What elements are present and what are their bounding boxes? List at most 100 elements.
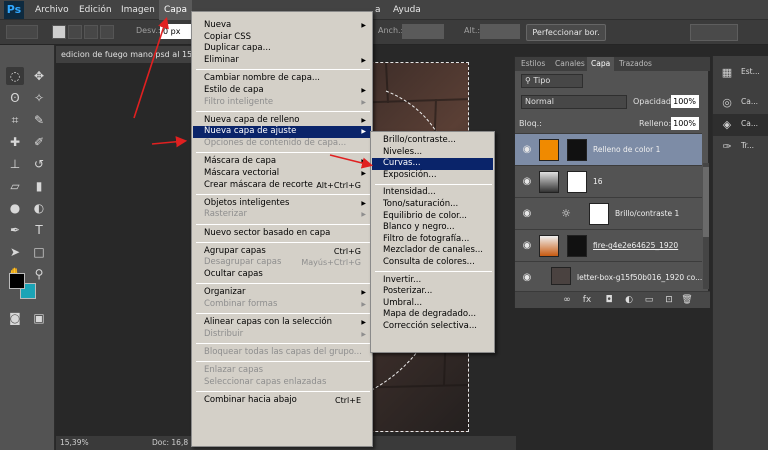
menu-item-nuevo-sector-basado-en-capa[interactable]: Nuevo sector basado en capa xyxy=(193,228,371,240)
quick-mask-icon[interactable]: ◙ xyxy=(6,309,24,327)
screen-mode-icon[interactable]: ▣ xyxy=(30,309,48,327)
magic-wand-tool-icon[interactable]: ✧ xyxy=(30,89,48,107)
menu-capa[interactable]: Capa xyxy=(159,0,193,20)
link-icon[interactable]: ∞ xyxy=(561,294,573,306)
layer-row[interactable]: ◉ Relleno de color 1 xyxy=(515,133,702,165)
blur-tool-icon[interactable]: ● xyxy=(6,199,24,217)
menu-item-correccion-selectiva[interactable]: Corrección selectiva... xyxy=(372,321,493,333)
refine-edge-button[interactable]: Perfeccionar bor. xyxy=(526,24,606,41)
menu-item-mascara-vectorial[interactable]: Máscara vectorial ▶ xyxy=(193,168,371,180)
dock-layers[interactable]: ◈ Ca... xyxy=(713,114,768,136)
dock-styles[interactable]: ▦ Est... xyxy=(713,62,768,84)
menu-item-intensidad[interactable]: Intensidad... xyxy=(372,187,493,199)
eye-icon[interactable]: ◉ xyxy=(521,176,533,188)
menu-item-umbral[interactable]: Umbral... xyxy=(372,298,493,310)
foreground-color-swatch[interactable] xyxy=(9,273,25,289)
layer-row[interactable]: ◉ 16 xyxy=(515,165,702,197)
move-tool-icon[interactable]: ✥ xyxy=(30,67,48,85)
menu-ayuda[interactable]: Ayuda xyxy=(388,0,426,20)
menu-item-posterizar[interactable]: Posterizar... xyxy=(372,286,493,298)
document-tab[interactable]: edicion de fuego mano psd al 15 xyxy=(56,46,196,63)
menu-item-organizar[interactable]: Organizar ▶ xyxy=(193,287,371,299)
zoom-level[interactable]: 15,39% xyxy=(60,436,89,450)
menu-item-eliminar[interactable]: Eliminar ▶ xyxy=(193,55,371,67)
menu-item-combinar-hacia-abajo[interactable]: Combinar hacia abajo Ctrl+E xyxy=(193,395,371,407)
healing-brush-tool-icon[interactable]: ✚ xyxy=(6,133,24,151)
menu-item-mapa-de-degradado[interactable]: Mapa de degradado... xyxy=(372,309,493,321)
new-selection-button[interactable] xyxy=(52,25,66,39)
folder-icon[interactable]: ▭ xyxy=(643,294,655,306)
menu-item-nueva-capa-de-relleno[interactable]: Nueva capa de relleno ▶ xyxy=(193,115,371,127)
menu-item-duplicar-capa[interactable]: Duplicar capa... xyxy=(193,43,371,55)
workspace-switcher[interactable] xyxy=(690,24,738,41)
lasso-tool-icon[interactable]: ʘ xyxy=(6,89,24,107)
menu-item-tono-saturacion[interactable]: Tono/saturación... xyxy=(372,199,493,211)
add-to-selection-button[interactable] xyxy=(68,25,82,39)
tool-preset-picker[interactable] xyxy=(6,25,38,39)
subtract-selection-button[interactable] xyxy=(84,25,98,39)
marquee-tool-icon[interactable]: ◌ xyxy=(6,67,24,85)
clone-stamp-tool-icon[interactable]: ⊥ xyxy=(6,155,24,173)
tab-canales[interactable]: Canales xyxy=(551,57,589,71)
menu-item-copiar-css[interactable]: Copiar CSS xyxy=(193,32,371,44)
rectangle-tool-icon[interactable]: □ xyxy=(30,243,48,261)
eye-icon[interactable]: ◉ xyxy=(521,208,533,220)
eye-icon[interactable]: ◉ xyxy=(521,240,533,252)
trash-icon[interactable]: 🗑 xyxy=(681,294,693,306)
opacity-input[interactable]: 100% xyxy=(671,95,699,108)
eye-icon[interactable]: ◉ xyxy=(521,144,533,156)
blend-mode-select[interactable]: Normal xyxy=(521,95,627,109)
menu-item-blanco-y-negro[interactable]: Blanco y negro... xyxy=(372,222,493,234)
tab-estilos[interactable]: Estilos xyxy=(517,57,549,71)
new-layer-icon[interactable]: ⊡ xyxy=(663,294,675,306)
menu-item-cambiar-nombre-de-capa[interactable]: Cambiar nombre de capa... xyxy=(193,73,371,85)
layer-row[interactable]: ◉ ☼ Brillo/contraste 1 xyxy=(515,197,702,229)
gradient-tool-icon[interactable]: ▮ xyxy=(30,177,48,195)
dock-channels[interactable]: ◎ Ca... xyxy=(713,92,768,114)
menu-archivo[interactable]: Archivo xyxy=(30,0,74,20)
menu-item-alinear-capas-con-la-seleccion[interactable]: Alinear capas con la selección ▶ xyxy=(193,317,371,329)
intersect-selection-button[interactable] xyxy=(100,25,114,39)
type-tool-icon[interactable]: T xyxy=(30,221,48,239)
tab-trazados[interactable]: Trazados xyxy=(615,57,656,71)
fill-input[interactable]: 100% xyxy=(671,117,699,130)
menu-item-ocultar-capas[interactable]: Ocultar capas xyxy=(193,269,371,281)
menu-edicion[interactable]: Edición xyxy=(74,0,117,20)
history-brush-tool-icon[interactable]: ↺ xyxy=(30,155,48,173)
dock-paths[interactable]: ✑ Tr... xyxy=(713,136,768,158)
crop-tool-icon[interactable]: ⌗ xyxy=(6,111,24,129)
layer-kind-filter[interactable]: ⚲ Tipo xyxy=(521,74,583,88)
menu-item-consulta-de-colores[interactable]: Consulta de colores... xyxy=(372,257,493,269)
menu-item-invertir[interactable]: Invertir... xyxy=(372,275,493,287)
pen-tool-icon[interactable]: ✒ xyxy=(6,221,24,239)
feather-input[interactable]: 0 px xyxy=(160,24,194,39)
menu-item-curvas[interactable]: Curvas... xyxy=(372,158,493,170)
layer-row[interactable]: ◉ letter-box-g15f50b016_1920 co... xyxy=(515,261,702,289)
layers-scrollbar[interactable] xyxy=(703,163,709,289)
eyedropper-tool-icon[interactable]: ✎ xyxy=(30,111,48,129)
scroll-thumb[interactable] xyxy=(703,167,709,237)
menu-item-niveles[interactable]: Niveles... xyxy=(372,147,493,159)
height-input[interactable] xyxy=(480,24,520,39)
menu-item-estilo-de-capa[interactable]: Estilo de capa ▶ xyxy=(193,85,371,97)
layer-row[interactable]: ◉ fire-g4e2e64625_1920 xyxy=(515,229,702,261)
menu-item-mezclador-de-canales[interactable]: Mezclador de canales... xyxy=(372,245,493,257)
menu-item-agrupar-capas[interactable]: Agrupar capas Ctrl+G xyxy=(193,246,371,258)
add-mask-icon[interactable]: ◘ xyxy=(603,294,615,306)
menu-item-mascara-de-capa[interactable]: Máscara de capa ▶ xyxy=(193,156,371,168)
brush-tool-icon[interactable]: ✐ xyxy=(30,133,48,151)
fx-icon[interactable]: fx xyxy=(581,294,593,306)
eraser-tool-icon[interactable]: ▱ xyxy=(6,177,24,195)
menu-item-filtro-de-fotografia[interactable]: Filtro de fotografía... xyxy=(372,234,493,246)
dodge-tool-icon[interactable]: ◐ xyxy=(30,199,48,217)
eye-icon[interactable]: ◉ xyxy=(521,272,533,284)
menu-item-nueva[interactable]: Nueva ▶ xyxy=(193,20,371,32)
menu-item-crear-mascara-de-recorte[interactable]: Crear máscara de recorte Alt+Ctrl+G xyxy=(193,180,371,192)
adjustment-layer-icon[interactable]: ◐ xyxy=(623,294,635,306)
menu-imagen[interactable]: Imagen xyxy=(116,0,160,20)
width-input[interactable] xyxy=(402,24,444,39)
path-selection-tool-icon[interactable]: ➤ xyxy=(6,243,24,261)
menu-item-brillo-contraste[interactable]: Brillo/contraste... xyxy=(372,135,493,147)
zoom-tool-icon[interactable]: ⚲ xyxy=(30,265,48,283)
menu-item-nueva-capa-de-ajuste[interactable]: Nueva capa de ajuste ▶ xyxy=(193,126,371,139)
